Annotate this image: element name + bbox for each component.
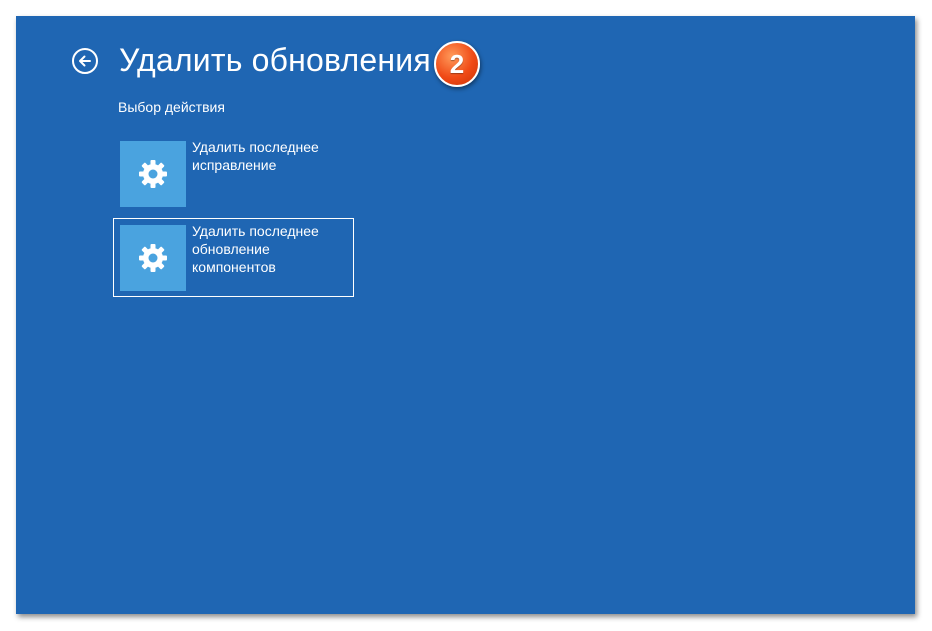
option-label-line: компонентов [192,259,276,275]
option-remove-latest-quality-update[interactable]: Удалить последнее исправление [113,134,354,212]
page-title: Удалить обновления [119,42,431,78]
gear-icon [139,160,167,188]
section-subtitle: Выбор действия [118,99,225,115]
option-remove-latest-feature-update[interactable]: Удалить последнее обновление компонентов [113,218,354,297]
option-label: Удалить последнее исправление [192,138,348,174]
option-label-line: обновление [192,241,270,257]
gear-icon [139,244,167,272]
step-badge: 2 [434,41,480,87]
option-label-line: Удалить последнее [192,139,319,155]
option-tile [120,225,186,291]
back-button[interactable] [72,48,98,74]
back-arrow-icon [79,55,91,67]
option-label: Удалить последнее обновление компонентов [192,222,348,276]
option-label-line: Удалить последнее [192,223,319,239]
option-label-line: исправление [192,157,277,173]
recovery-screen: Удалить обновления 2 Выбор действия Удал… [16,16,915,614]
option-tile [120,141,186,207]
